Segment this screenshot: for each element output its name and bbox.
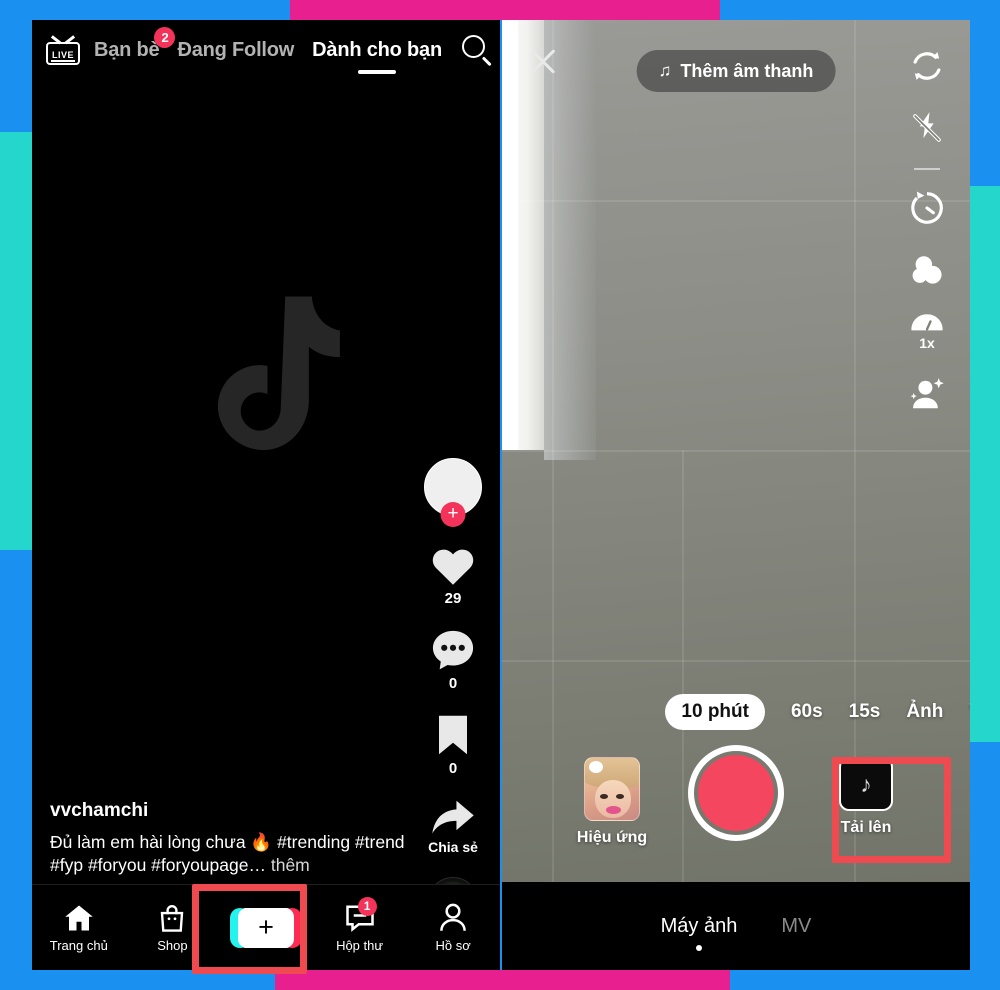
live-label: LIVE <box>51 50 74 60</box>
caption-block: vvchamchi Đủ làm em hài lòng chưa 🔥 #tre… <box>50 800 440 878</box>
filters-icon[interactable] <box>903 246 951 294</box>
speed-icon[interactable]: 1x <box>903 308 951 356</box>
flash-off-icon[interactable] <box>903 104 951 152</box>
like-count: 29 <box>444 590 462 607</box>
nav-item-create[interactable]: + <box>222 906 310 950</box>
shop-bag-icon <box>158 903 186 933</box>
nav-label-trang-chu: Trang chủ <box>49 937 108 953</box>
nav-label-shop: Shop <box>157 937 188 953</box>
frame-strip-bottom-pink <box>275 970 730 990</box>
caption-body: Đủ làm em hài lòng chưa 🔥 #trending #tre… <box>50 831 405 876</box>
duration-v[interactable]: V <box>969 701 970 723</box>
frame-strip-right-cyan <box>970 186 1000 742</box>
duration-15s[interactable]: 15s <box>849 701 881 723</box>
record-button[interactable] <box>688 745 784 841</box>
mode-may-anh-label: Máy ảnh <box>660 914 738 937</box>
frame-strip-left-blue-top <box>0 0 32 132</box>
inbox-icon: 1 <box>345 896 377 933</box>
comment-button[interactable]: 0 <box>431 629 475 692</box>
tiktok-watermark-logo <box>191 294 341 487</box>
duration-anh[interactable]: Ảnh <box>906 701 943 723</box>
frame-strip-top-left <box>0 0 290 20</box>
nav-label-hop-thu: Hộp thư <box>336 937 384 953</box>
frame-strip-bottom-left <box>0 970 275 990</box>
frame-strip-right-blue-bottom <box>970 742 1000 990</box>
home-icon <box>64 903 94 933</box>
profile-person-icon <box>439 903 467 933</box>
comment-count: 0 <box>448 675 458 692</box>
tab-danh-cho-ban[interactable]: Dành cho bạn <box>312 38 442 74</box>
follow-plus-icon[interactable]: + <box>440 502 466 527</box>
beautify-icon[interactable] <box>903 370 951 418</box>
bookmark-button[interactable]: 0 <box>435 714 471 777</box>
comment-icon <box>432 630 474 670</box>
like-button[interactable]: 29 <box>431 546 475 607</box>
tools-divider <box>914 168 940 170</box>
effects-thumbnail <box>584 757 640 821</box>
frame-strip-right-blue-top <box>970 0 1000 186</box>
flip-camera-icon[interactable] <box>903 42 951 90</box>
effects-button[interactable]: Hiệu ứng <box>564 757 660 847</box>
tab-dang-follow-label: Đang Follow <box>177 38 295 61</box>
upload-button[interactable]: ♪ Tải lên <box>818 757 914 837</box>
tiktok-camera-screen: ♫ Thêm âm thanh 1x 10 phút 60s 15s Ảnh H… <box>502 20 970 970</box>
camera-tools-rail: 1x <box>894 42 960 432</box>
create-plus-icon[interactable]: + <box>229 906 302 950</box>
mode-mv[interactable]: MV <box>781 915 811 938</box>
tab-danh-cho-ban-label: Dành cho bạn <box>312 38 442 61</box>
nav-item-ho-so[interactable]: Hồ sơ <box>409 903 497 953</box>
timer-icon[interactable] <box>903 184 951 232</box>
duration-60s[interactable]: 60s <box>791 701 823 723</box>
caption-username[interactable]: vvchamchi <box>50 800 440 822</box>
active-tab-underline <box>358 69 397 74</box>
frame-strip-bottom-right <box>730 970 1000 990</box>
duration-10-phut[interactable]: 10 phút <box>665 694 765 730</box>
tab-ban-be[interactable]: Bạn bè 2 <box>94 26 176 62</box>
feed-bottom-nav: Trang chủ Shop + 1 Hộp thư Hồ sơ <box>32 884 500 970</box>
add-sound-button[interactable]: ♫ Thêm âm thanh <box>636 50 836 92</box>
tab-ban-be-badge: 2 <box>154 26 176 48</box>
nav-item-hop-thu[interactable]: 1 Hộp thư <box>316 896 404 953</box>
bookmark-count: 0 <box>448 760 458 777</box>
frame-strip-left-blue-bottom <box>0 550 32 990</box>
avatar[interactable]: + <box>424 458 482 527</box>
mode-may-anh[interactable]: Máy ảnh <box>660 914 738 951</box>
tab-dang-follow[interactable]: Đang Follow <box>177 39 294 62</box>
nav-item-shop[interactable]: Shop <box>128 903 216 953</box>
camera-controls: Hiệu ứng ♪ Tải lên <box>502 735 970 875</box>
speed-label: 1x <box>919 335 935 351</box>
music-note-icon: ♫ <box>658 61 672 80</box>
frame-strip-top-right <box>720 0 1000 20</box>
bookmark-icon <box>439 715 467 755</box>
nav-item-trang-chu[interactable]: Trang chủ <box>35 903 123 953</box>
inbox-badge: 1 <box>357 896 377 916</box>
add-sound-label: Thêm âm thanh <box>680 60 814 81</box>
caption-text: Đủ làm em hài lòng chưa 🔥 #trending #tre… <box>50 831 440 878</box>
upload-thumbnail: ♪ <box>839 757 893 811</box>
camera-mode-bar: Máy ảnh MV <box>502 882 970 970</box>
screenshot-root: LIVE Bạn bè 2 Đang Follow Dành cho bạn +… <box>0 0 1000 990</box>
nav-label-ho-so: Hồ sơ <box>435 937 471 953</box>
feed-top-tabbar: LIVE Bạn bè 2 Đang Follow Dành cho bạn <box>32 20 500 80</box>
heart-icon <box>432 549 474 585</box>
effects-label: Hiệu ứng <box>576 829 648 846</box>
live-tv-icon[interactable]: LIVE <box>46 35 80 65</box>
caption-more-link[interactable]: thêm <box>266 855 310 875</box>
upload-label: Tải lên <box>840 819 892 836</box>
close-x-icon[interactable] <box>526 44 560 78</box>
frame-strip-top-pink <box>290 0 720 20</box>
tiktok-feed-screen: LIVE Bạn bè 2 Đang Follow Dành cho bạn +… <box>32 20 500 970</box>
mode-active-dot <box>696 944 702 951</box>
tab-ban-be-label: Bạn bè <box>94 38 160 61</box>
search-icon[interactable] <box>460 33 492 67</box>
frame-strip-left-cyan <box>0 132 32 550</box>
duration-selector: 10 phút 60s 15s Ảnh V <box>502 694 970 730</box>
